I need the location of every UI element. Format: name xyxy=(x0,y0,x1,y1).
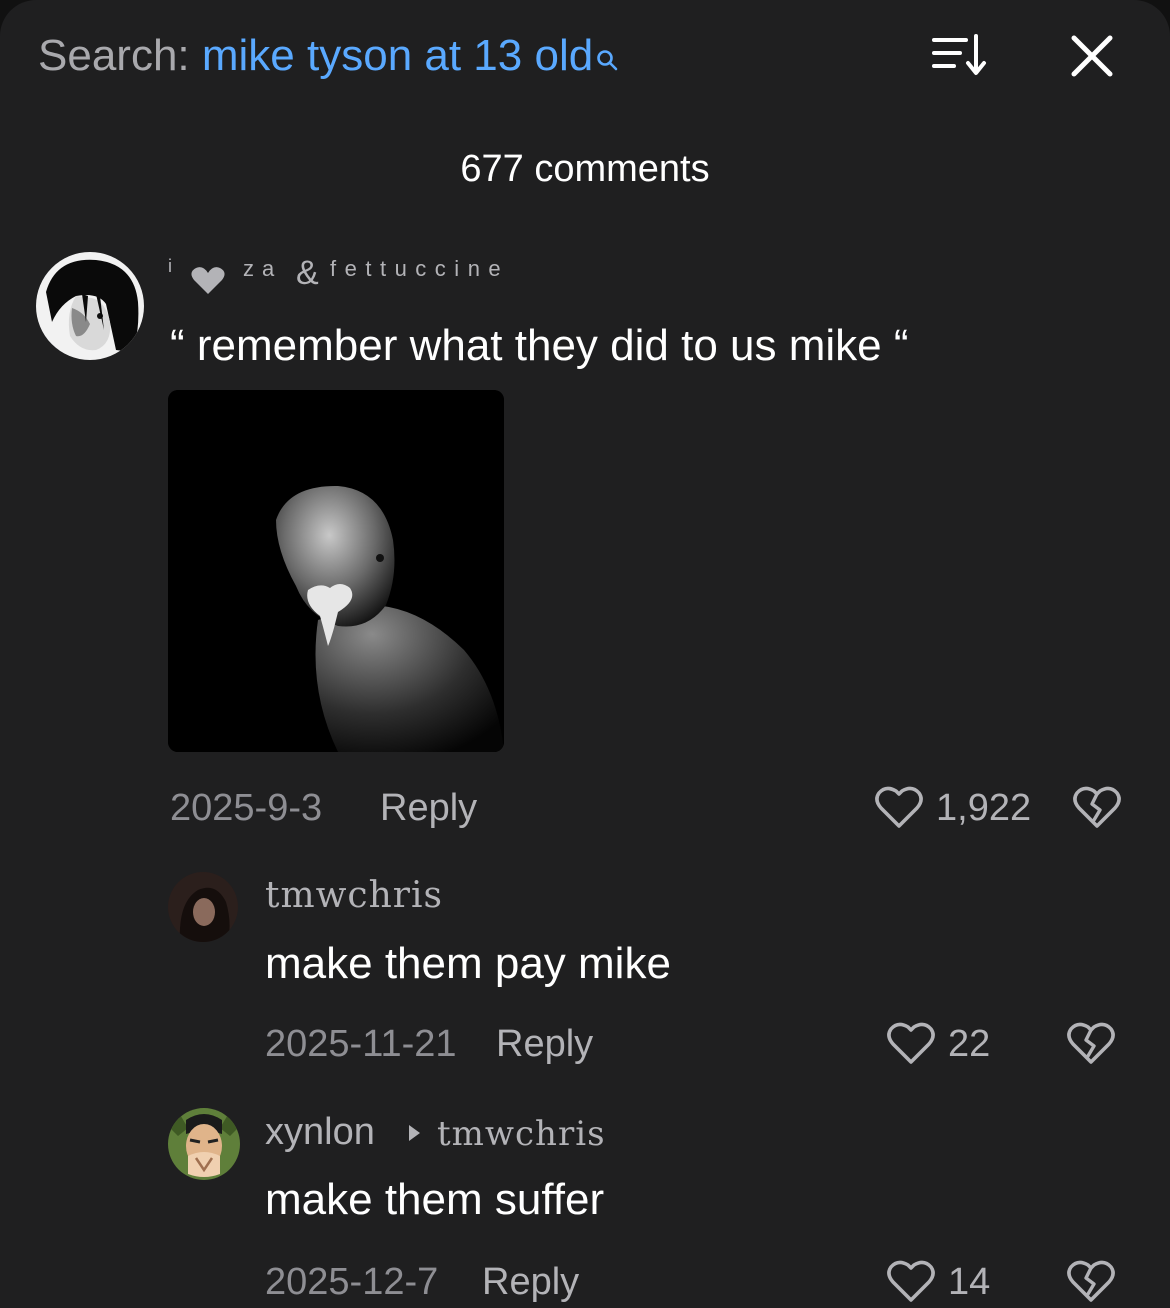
comment-text: make them pay mike xyxy=(265,939,671,988)
comment-text: “ remember what they did to us mike “ xyxy=(170,321,909,370)
reply-arrow-icon xyxy=(409,1125,420,1141)
broken-heart-icon xyxy=(1067,1022,1115,1064)
reply-button[interactable]: Reply xyxy=(496,1022,593,1066)
comments-sheet: Search: mike tyson at 13 old 677 comment… xyxy=(0,0,1170,1308)
comment-date: 2025-11-21 xyxy=(265,1023,457,1065)
avatar[interactable] xyxy=(168,872,238,942)
reply-to-username[interactable]: tmwchris xyxy=(437,1112,606,1156)
like-button[interactable]: 1,922 xyxy=(874,786,1031,830)
dislike-button[interactable] xyxy=(1072,786,1122,835)
sort-icon xyxy=(932,34,986,75)
comment-count: 677 comments xyxy=(460,148,710,190)
broken-heart-icon xyxy=(1073,786,1121,828)
dislike-button[interactable] xyxy=(1066,1260,1116,1308)
reply-button[interactable]: Reply xyxy=(380,786,477,830)
comment-text: make them suffer xyxy=(265,1175,605,1224)
dislike-button[interactable] xyxy=(1066,1022,1116,1071)
like-count: 14 xyxy=(948,1261,991,1303)
broken-heart-icon xyxy=(1067,1260,1115,1302)
like-count: 22 xyxy=(948,1023,991,1065)
like-button[interactable]: 22 xyxy=(886,1022,990,1066)
comment-date: 2025-12-7 xyxy=(265,1261,439,1303)
username[interactable]: tmwchris xyxy=(265,874,443,918)
sort-button[interactable] xyxy=(930,32,990,80)
like-count: 1,922 xyxy=(936,787,1032,829)
heart-outline-icon xyxy=(887,1022,935,1064)
avatar[interactable] xyxy=(168,1108,240,1180)
reply-button[interactable]: Reply xyxy=(482,1260,579,1304)
comment-image[interactable] xyxy=(168,390,504,752)
username[interactable]: xynlon xyxy=(265,1110,375,1154)
avatar[interactable] xyxy=(36,252,144,360)
close-icon xyxy=(1071,35,1113,77)
comment-date: 2025-9-3 xyxy=(170,787,323,829)
search-query-link[interactable]: mike tyson at 13 old xyxy=(202,31,593,80)
search-icon xyxy=(595,32,619,84)
heart-outline-icon xyxy=(875,786,923,828)
search-header[interactable]: Search: mike tyson at 13 old xyxy=(38,30,619,84)
heart-outline-icon xyxy=(887,1260,935,1302)
search-prefix: Search: xyxy=(38,31,190,80)
close-button[interactable] xyxy=(1066,30,1118,82)
heart-icon xyxy=(191,267,225,294)
like-button[interactable]: 14 xyxy=(886,1260,990,1304)
